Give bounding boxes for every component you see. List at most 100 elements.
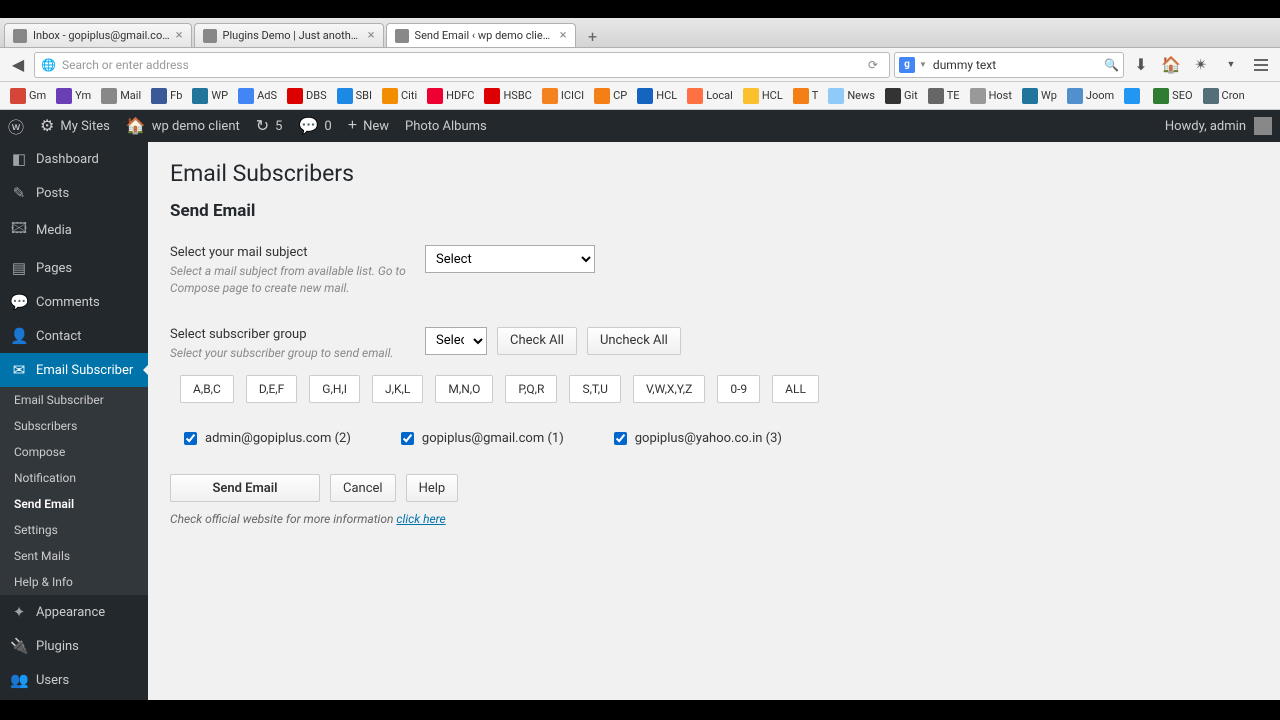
bookmark-item[interactable]: Local — [683, 88, 737, 104]
search-box[interactable]: g ▼ dummy text 🔍 — [894, 52, 1124, 78]
bookmark-item[interactable]: AdS — [234, 88, 281, 104]
bookmark-item[interactable]: Fb — [147, 88, 186, 104]
mail-subject-select[interactable]: Select — [425, 245, 595, 273]
bookmark-icon — [793, 88, 809, 104]
bookmark-item[interactable]: HSBC — [480, 88, 535, 104]
submenu-item[interactable]: Compose — [0, 439, 148, 465]
bookmark-item[interactable]: Git — [881, 88, 922, 104]
bookmark-item[interactable]: HCL — [633, 88, 681, 104]
bookmark-item[interactable]: Cron — [1199, 88, 1249, 104]
avatar[interactable] — [1254, 117, 1272, 135]
bookmark-item[interactable]: ICICI — [538, 88, 588, 104]
alpha-filter-button[interactable]: M,N,O — [435, 375, 493, 403]
bookmark-item[interactable]: HCL — [739, 88, 787, 104]
sidebar-item[interactable]: 💬Comments — [0, 285, 148, 319]
alpha-filter-button[interactable]: D,E,F — [246, 375, 297, 403]
close-tab-icon[interactable]: × — [368, 28, 375, 43]
bookmark-label: Gm — [29, 89, 46, 102]
bookmark-item[interactable]: SEO — [1149, 88, 1196, 104]
sidebar-item[interactable]: 👥Users — [0, 663, 148, 697]
downloads-icon[interactable]: ⬇ — [1128, 52, 1154, 78]
bookmark-item[interactable]: Joom — [1063, 88, 1118, 104]
submenu-item[interactable]: Sent Mails — [0, 543, 148, 569]
sidebar-item[interactable]: 👤Contact — [0, 319, 148, 353]
alpha-filter-button[interactable]: J,K,L — [372, 375, 423, 403]
home-icon[interactable]: 🏠 — [1158, 52, 1184, 78]
bookmark-icon — [287, 88, 303, 104]
alpha-filter-button[interactable]: S,T,U — [569, 375, 621, 403]
submenu-item[interactable]: Help & Info — [0, 569, 148, 595]
subscriber-checkbox[interactable] — [614, 432, 627, 445]
bookmark-item[interactable]: Ym — [52, 88, 95, 104]
sidebar-item[interactable]: ✉Email Subscriber — [0, 353, 148, 387]
bookmark-item[interactable]: TE — [924, 88, 964, 104]
new-content[interactable]: +New — [348, 117, 389, 135]
search-icon[interactable]: 🔍 — [1104, 58, 1119, 72]
browser-tab[interactable]: Inbox - gopiplus@gmail.co…× — [4, 23, 192, 47]
photo-albums[interactable]: Photo Albums — [405, 119, 487, 134]
reload-icon[interactable]: ⟳ — [863, 55, 883, 75]
sidebar-item[interactable]: 🔌Plugins — [0, 629, 148, 663]
alpha-filter-button[interactable]: A,B,C — [180, 375, 234, 403]
sidebar-item[interactable]: ✎Posts — [0, 176, 148, 210]
bookmark-item[interactable]: WP — [188, 88, 232, 104]
bookmark-item[interactable]: Wp — [1018, 88, 1061, 104]
bookmark-item[interactable]: DBS — [283, 88, 331, 104]
bookmark-item[interactable]: Mail — [97, 88, 145, 104]
site-name[interactable]: 🏠wp demo client — [126, 116, 240, 136]
bookmark-item[interactable]: HDFC — [423, 88, 478, 104]
submenu-item[interactable]: Subscribers — [0, 413, 148, 439]
cancel-button[interactable]: Cancel — [330, 474, 396, 502]
sidebar-item[interactable]: 🖾Media — [0, 210, 148, 251]
search-engine-dropdown-icon[interactable]: ▼ — [919, 60, 927, 69]
bookmark-item[interactable] — [1120, 88, 1147, 104]
subscriber-group-select[interactable]: Select — [425, 327, 487, 355]
alpha-filter-button[interactable]: 0-9 — [717, 375, 760, 403]
uncheck-all-button[interactable]: Uncheck All — [587, 327, 681, 355]
bookmark-icon — [10, 88, 26, 104]
hamburger-menu-icon[interactable] — [1248, 52, 1274, 78]
search-input[interactable]: dummy text — [933, 58, 1104, 72]
comments-count[interactable]: 💬0 — [298, 116, 331, 136]
updates[interactable]: ↻5 — [256, 116, 283, 136]
bookmark-item[interactable]: Gm — [6, 88, 50, 104]
submenu-item[interactable]: Settings — [0, 517, 148, 543]
sidebar-item[interactable]: ▤Pages — [0, 251, 148, 285]
new-tab-button[interactable]: + — [582, 25, 604, 47]
browser-tab[interactable]: Plugins Demo | Just another W…× — [194, 23, 384, 47]
close-tab-icon[interactable]: × — [560, 28, 567, 43]
submenu-item[interactable]: Notification — [0, 465, 148, 491]
bookmark-item[interactable]: News — [824, 88, 879, 104]
subscriber-checkbox-row[interactable]: gopiplus@gmail.com (1) — [401, 431, 564, 446]
subscriber-checkbox-row[interactable]: admin@gopiplus.com (2) — [184, 431, 351, 446]
subscriber-checkbox[interactable] — [401, 432, 414, 445]
send-email-button[interactable]: Send Email — [170, 474, 320, 502]
back-button[interactable]: ◀ — [6, 53, 30, 77]
extension-icon[interactable]: ✴ — [1188, 52, 1214, 78]
bookmark-item[interactable]: T — [789, 88, 823, 104]
alpha-filter-button[interactable]: ALL — [772, 375, 819, 403]
alpha-filter-button[interactable]: P,Q,R — [505, 375, 557, 403]
subscriber-checkbox[interactable] — [184, 432, 197, 445]
alpha-filter-button[interactable]: V,W,X,Y,Z — [633, 375, 705, 403]
sidebar-item[interactable]: ◧Dashboard — [0, 142, 148, 176]
close-tab-icon[interactable]: × — [176, 28, 183, 43]
sidebar-item[interactable]: ✦Appearance — [0, 595, 148, 629]
check-all-button[interactable]: Check All — [497, 327, 577, 355]
submenu-item[interactable]: Email Subscriber — [0, 387, 148, 413]
submenu-item[interactable]: Send Email — [0, 491, 148, 517]
my-sites[interactable]: ⚙My Sites — [40, 116, 110, 136]
bookmark-item[interactable]: SBI — [333, 88, 376, 104]
wp-logo-icon[interactable]: ⓦ — [8, 114, 24, 138]
help-button[interactable]: Help — [406, 474, 459, 502]
browser-tab[interactable]: Send Email ‹ wp demo client —…× — [386, 23, 576, 47]
address-bar[interactable]: 🌐 Search or enter address ⟳ — [34, 52, 890, 78]
bookmark-item[interactable]: CP — [590, 88, 631, 104]
click-here-link[interactable]: click here — [396, 512, 445, 526]
bookmark-item[interactable]: Host — [966, 88, 1016, 104]
bookmark-item[interactable]: Citi — [378, 88, 421, 104]
subscriber-checkbox-row[interactable]: gopiplus@yahoo.co.in (3) — [614, 431, 782, 446]
alpha-filter-button[interactable]: G,H,I — [309, 375, 360, 403]
howdy-user[interactable]: Howdy, admin — [1165, 119, 1246, 134]
dropdown-icon[interactable]: ▼ — [1218, 52, 1244, 78]
